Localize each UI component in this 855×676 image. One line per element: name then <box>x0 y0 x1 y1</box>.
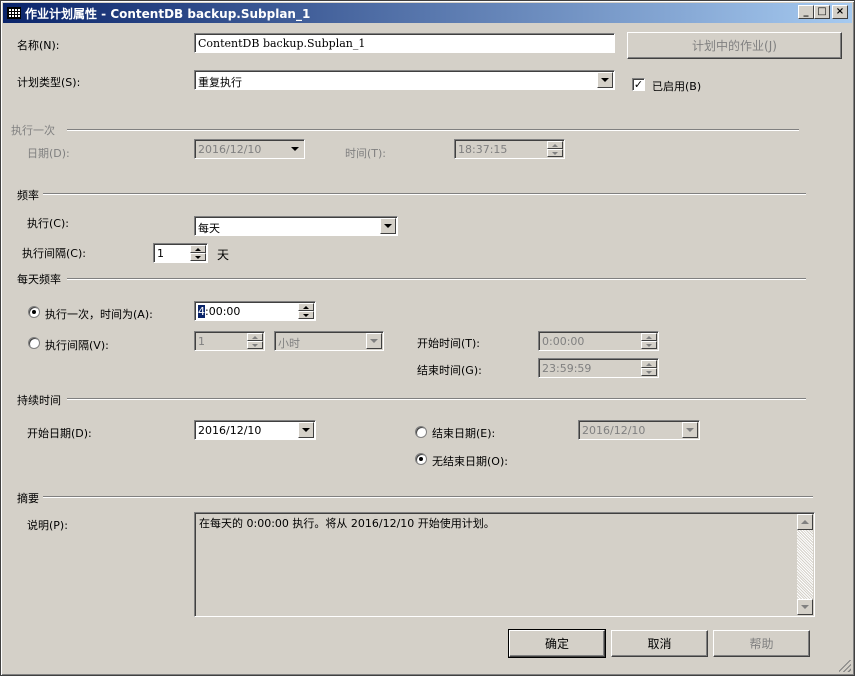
summary-divider <box>43 496 813 498</box>
description-textarea[interactable]: 在每天的 0:00:00 执行。将从 2016/12/10 开始使用计划。 <box>194 512 815 617</box>
start-time-stepper[interactable]: 0:00:00 <box>538 331 659 351</box>
one-time-date-value: 2016/12/10 <box>198 143 262 156</box>
end-time-stepper[interactable]: 23:59:59 <box>538 358 659 378</box>
recurs-every-stepper[interactable]: 1 <box>153 243 208 263</box>
chevron-down-icon[interactable] <box>287 141 303 157</box>
one-time-divider <box>67 129 799 131</box>
end-time-label: 结束时间(G): <box>417 364 482 377</box>
start-time-label: 开始时间(T): <box>417 337 481 350</box>
no-end-date-label: 无结束日期(O): <box>432 455 508 468</box>
summary-header: 摘要 <box>17 492 39 505</box>
schedule-properties-dialog: 作业计划属性 - ContentDB backup.Subplan_1 _ □ … <box>0 0 855 676</box>
occurs-every-unit-select[interactable]: 小时 <box>274 331 384 351</box>
frequency-header: 频率 <box>17 189 39 202</box>
scroll-up-icon[interactable] <box>797 514 813 530</box>
schedule-type-select[interactable]: 重复执行 <box>194 70 615 90</box>
end-date-radio[interactable] <box>415 426 427 438</box>
duration-divider <box>67 398 806 400</box>
occurs-once-time-stepper[interactable]: 4:00:00 <box>194 301 316 321</box>
jobs-in-schedule-button[interactable]: 计划中的作业(J) <box>627 32 842 59</box>
end-date-value: 2016/12/10 <box>582 424 646 437</box>
occurs-every-value: 1 <box>198 335 205 348</box>
spinner-icon[interactable] <box>547 141 563 157</box>
enabled-label: 已启用(B) <box>652 80 702 93</box>
schedule-type-label: 计划类型(S): <box>17 76 81 89</box>
name-field[interactable]: ContentDB backup.Subplan_1 <box>194 33 615 53</box>
description-text: 在每天的 0:00:00 执行。将从 2016/12/10 开始使用计划。 <box>199 517 495 530</box>
one-time-header: 执行一次 <box>11 124 55 137</box>
one-time-time-value: 18:37:15 <box>458 143 508 156</box>
occurs-once-time-hour: 4 <box>198 305 205 318</box>
scroll-down-icon[interactable] <box>797 599 813 615</box>
end-date-label: 结束日期(E): <box>432 427 496 440</box>
close-icon[interactable]: × <box>832 5 848 19</box>
spinner-icon[interactable] <box>298 303 314 319</box>
spinner-icon[interactable] <box>641 333 657 349</box>
chevron-down-icon[interactable] <box>298 422 314 438</box>
chevron-down-icon[interactable] <box>366 333 382 349</box>
title-bar[interactable]: 作业计划属性 - ContentDB backup.Subplan_1 _ □ … <box>3 3 852 23</box>
end-date-picker[interactable]: 2016/12/10 <box>578 420 700 440</box>
duration-header: 持续时间 <box>17 394 61 407</box>
start-date-value: 2016/12/10 <box>198 424 262 437</box>
one-time-time-label: 时间(T): <box>345 147 387 160</box>
daily-frequency-header: 每天频率 <box>17 273 61 286</box>
occurs-every-stepper[interactable]: 1 <box>194 331 265 351</box>
minimize-icon[interactable]: _ <box>798 5 814 19</box>
enabled-checkbox[interactable]: ✓ <box>632 78 645 91</box>
daily-frequency-divider <box>67 278 806 280</box>
recurs-every-label: 执行间隔(C): <box>22 247 86 260</box>
cancel-button[interactable]: 取消 <box>611 630 708 657</box>
start-time-value: 0:00:00 <box>542 335 585 348</box>
occurs-every-radio[interactable] <box>28 337 40 349</box>
recurs-unit: 天 <box>217 248 230 262</box>
window-title: 作业计划属性 - ContentDB backup.Subplan_1 <box>25 6 311 21</box>
chevron-down-icon[interactable] <box>682 422 698 438</box>
start-date-picker[interactable]: 2016/12/10 <box>194 420 316 440</box>
occurs-once-radio[interactable] <box>28 306 40 318</box>
start-date-label: 开始日期(D): <box>27 427 92 440</box>
one-time-time-stepper[interactable]: 18:37:15 <box>454 139 565 159</box>
occurs-every-unit: 小时 <box>278 337 300 350</box>
spinner-icon[interactable] <box>641 360 657 376</box>
occurs-every-label: 执行间隔(V): <box>45 339 109 352</box>
spinner-icon[interactable] <box>190 245 206 261</box>
end-time-value: 23:59:59 <box>542 362 592 375</box>
chevron-down-icon[interactable] <box>597 72 613 88</box>
recurs-every-value: 1 <box>157 247 164 260</box>
spinner-icon[interactable] <box>247 333 263 349</box>
occurs-once-label: 执行一次，时间为(A): <box>45 308 153 321</box>
ok-button[interactable]: 确定 <box>508 629 606 658</box>
occurs-value: 每天 <box>198 222 220 235</box>
name-label: 名称(N): <box>17 39 60 52</box>
chevron-down-icon[interactable] <box>380 218 396 234</box>
maximize-icon[interactable]: □ <box>814 5 830 19</box>
occurs-select[interactable]: 每天 <box>194 216 398 236</box>
schedule-type-value: 重复执行 <box>198 76 242 89</box>
occurs-label: 执行(C): <box>27 217 69 230</box>
one-time-date-label: 日期(D): <box>27 147 70 160</box>
occurs-once-time-rest: :00:00 <box>205 305 241 318</box>
description-scrollbar[interactable] <box>797 514 813 615</box>
frequency-divider <box>43 193 806 195</box>
one-time-date-picker[interactable]: 2016/12/10 <box>194 139 305 159</box>
grid-app-icon <box>7 7 21 19</box>
description-label: 说明(P): <box>27 519 68 532</box>
resize-grip-icon[interactable] <box>839 660 851 672</box>
no-end-date-radio[interactable] <box>415 453 427 465</box>
help-button[interactable]: 帮助 <box>713 630 810 657</box>
